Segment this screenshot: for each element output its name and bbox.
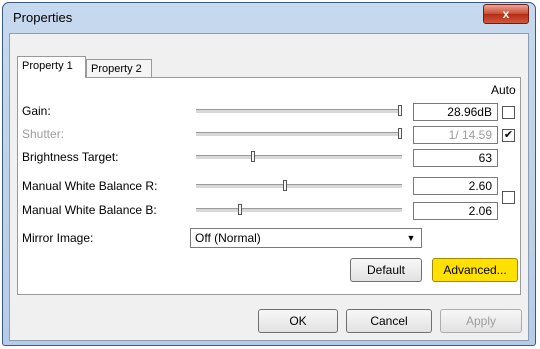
white-balance-b-value[interactable]: 2.06 xyxy=(413,202,498,220)
white-balance-r-label: Manual White Balance R: xyxy=(22,179,158,193)
ok-button[interactable]: OK xyxy=(258,309,338,333)
gain-auto-checkbox[interactable] xyxy=(502,106,515,119)
white-balance-r-slider-thumb[interactable] xyxy=(282,180,287,191)
auto-header: Auto xyxy=(491,83,516,97)
close-button[interactable]: x xyxy=(483,4,529,24)
shutter-value[interactable]: 1/ 14.59 xyxy=(413,126,498,144)
title-bar[interactable]: Properties x xyxy=(3,3,535,31)
default-button[interactable]: Default xyxy=(350,258,422,282)
dialog-client-area: Property 1 Property 2 Auto Gain: 28.96dB… xyxy=(9,33,529,341)
white-balance-b-slider-thumb[interactable] xyxy=(238,204,243,215)
chevron-down-icon[interactable]: ▼ xyxy=(404,231,418,245)
advanced-button[interactable]: Advanced... xyxy=(432,258,518,282)
brightness-target-label: Brightness Target: xyxy=(22,150,119,164)
apply-button[interactable]: Apply xyxy=(440,309,522,333)
brightness-value[interactable]: 63 xyxy=(413,149,498,167)
gain-slider-thumb[interactable] xyxy=(398,105,402,116)
white-balance-r-value[interactable]: 2.60 xyxy=(413,177,498,195)
mirror-image-label: Mirror Image: xyxy=(22,231,94,245)
shutter-slider-thumb[interactable] xyxy=(398,128,402,139)
checkmark-icon: ✔ xyxy=(503,129,514,141)
white-balance-b-label: Manual White Balance B: xyxy=(22,203,157,217)
window-title: Properties xyxy=(13,10,73,25)
close-icon: x xyxy=(502,7,510,21)
brightness-slider-track[interactable] xyxy=(196,155,402,160)
white-balance-auto-checkbox[interactable] xyxy=(502,191,515,204)
mirror-image-selected-value: Off (Normal) xyxy=(195,231,261,245)
cancel-button[interactable]: Cancel xyxy=(346,309,432,333)
properties-window: Properties x Property 1 Property 2 Auto … xyxy=(2,2,536,346)
white-balance-r-slider-track[interactable] xyxy=(196,184,402,189)
gain-label: Gain: xyxy=(22,104,51,118)
shutter-label: Shutter: xyxy=(22,127,65,141)
tab-property-2[interactable]: Property 2 xyxy=(86,59,152,77)
mirror-image-select[interactable]: Off (Normal) ▼ xyxy=(190,228,422,248)
brightness-slider-thumb[interactable] xyxy=(250,151,255,162)
shutter-slider-track[interactable] xyxy=(196,132,402,137)
shutter-auto-checkbox[interactable]: ✔ xyxy=(502,129,515,142)
white-balance-b-slider-track[interactable] xyxy=(196,208,402,213)
tab-panel-property-1: Auto Gain: 28.96dB Shutter: 1/ 14.59 ✔ B… xyxy=(17,77,521,295)
tab-property-1[interactable]: Property 1 xyxy=(17,56,86,78)
gain-slider-track[interactable] xyxy=(196,109,402,114)
gain-value[interactable]: 28.96dB xyxy=(413,103,498,121)
